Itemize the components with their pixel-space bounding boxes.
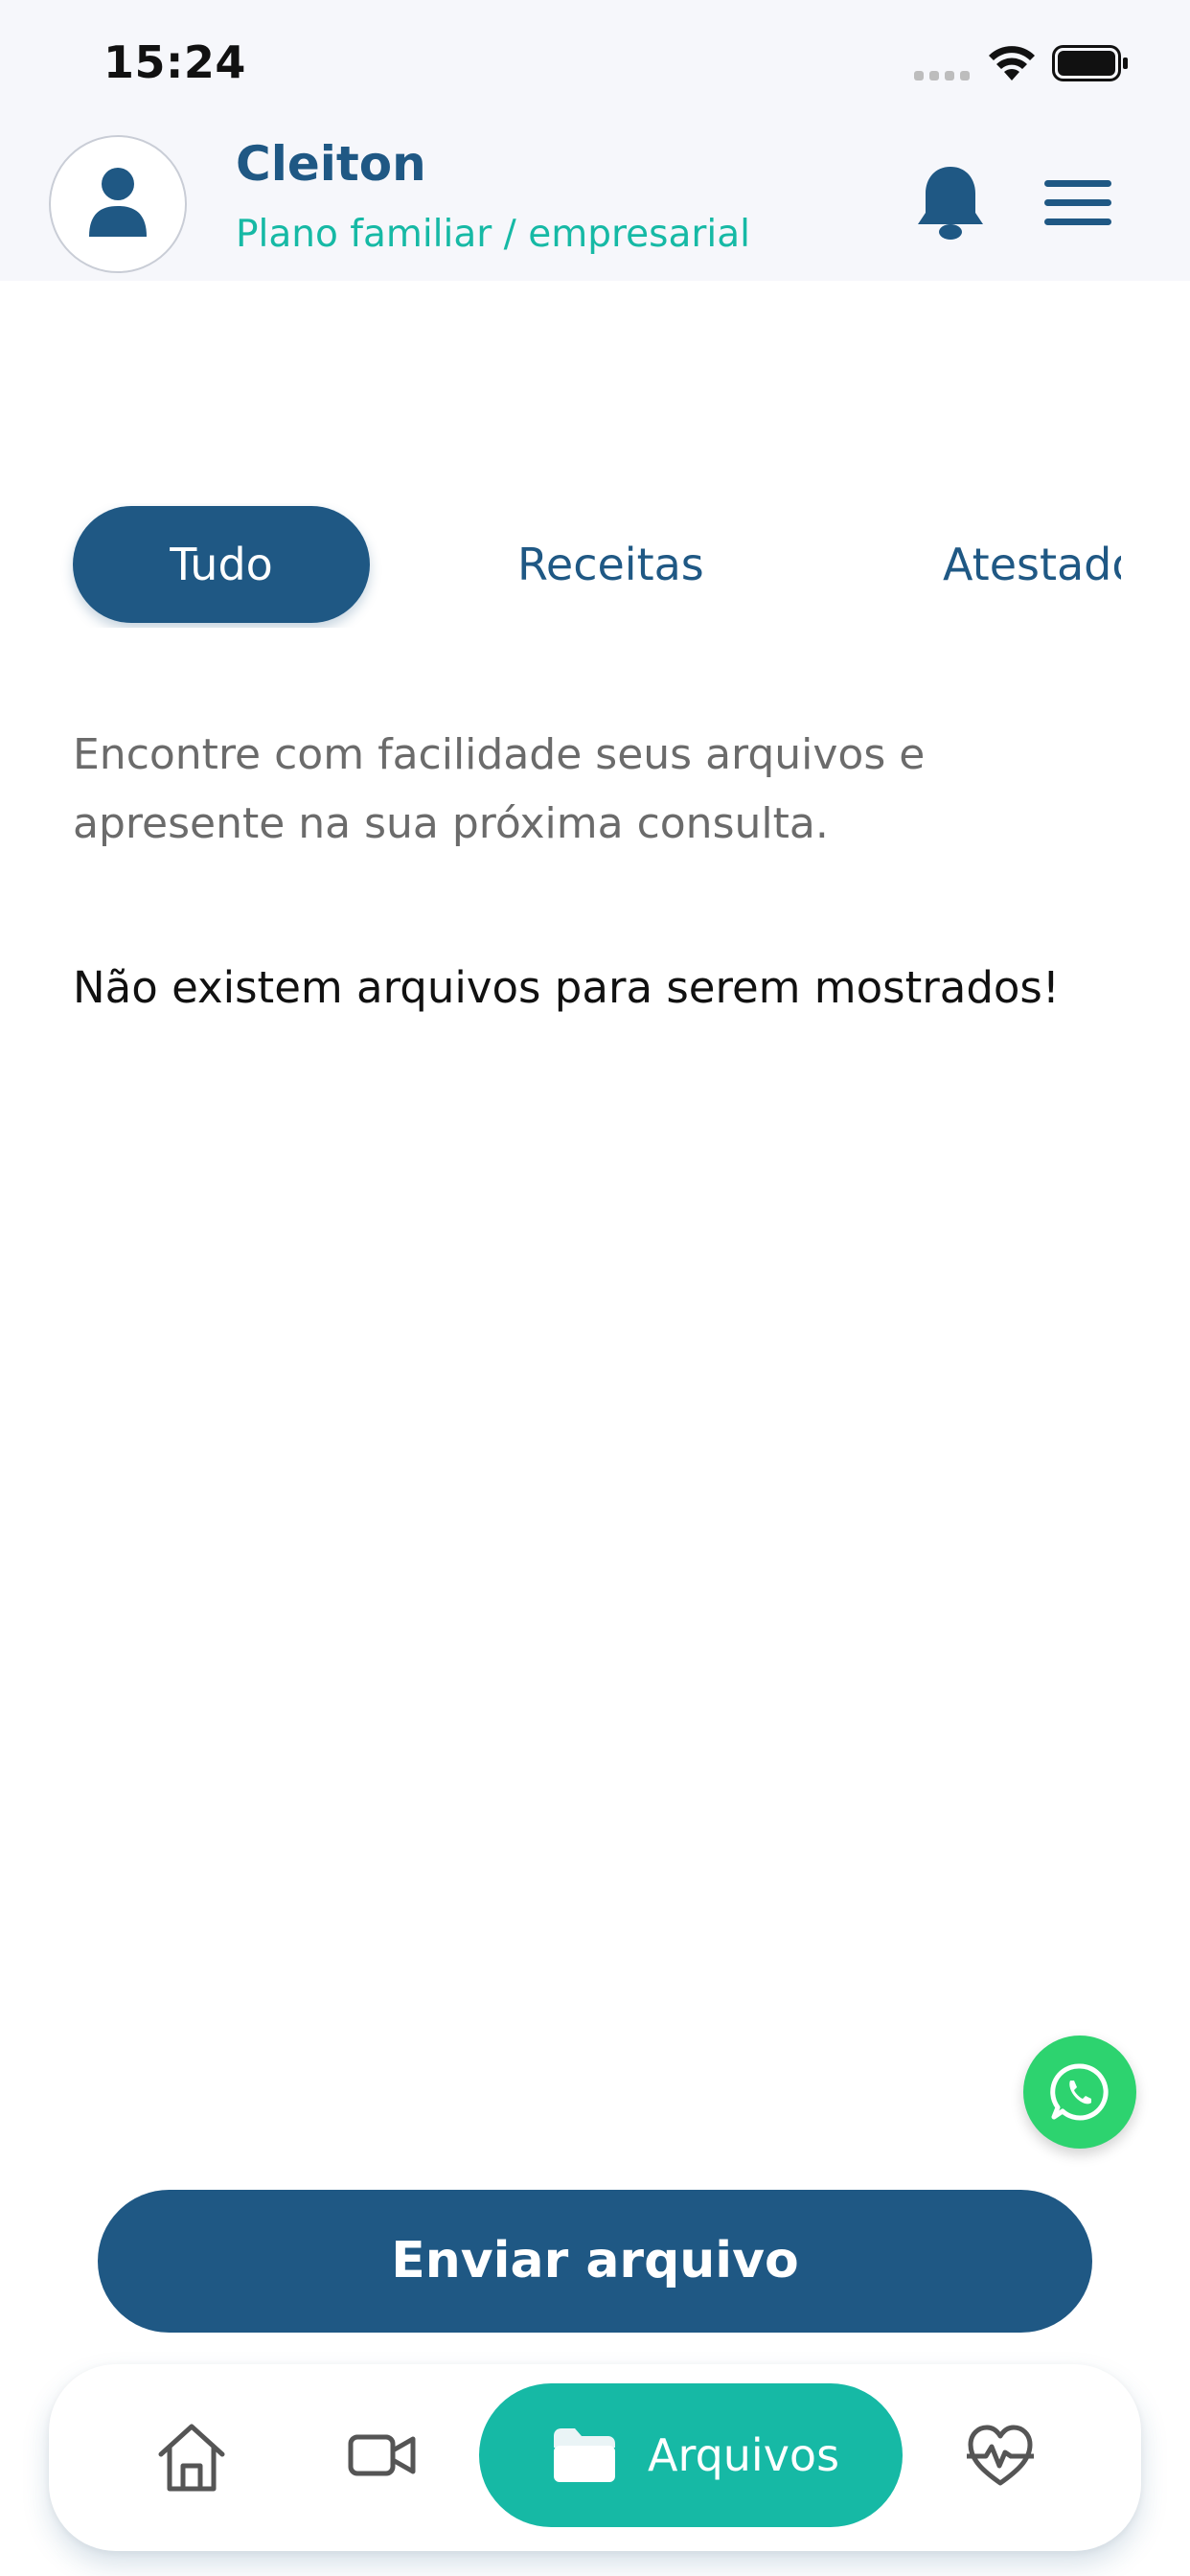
wifi-icon — [989, 46, 1035, 80]
menu-icon[interactable] — [1044, 178, 1111, 228]
user-plan: Plano familiar / empresarial — [236, 213, 750, 256]
status-time: 15:24 — [103, 36, 246, 88]
video-icon[interactable] — [348, 2431, 417, 2479]
header: 15:24 Cleiton Plano familiar / empresari… — [0, 0, 1190, 281]
tab-atestados[interactable]: Atestados — [943, 506, 1121, 623]
avatar[interactable] — [49, 135, 187, 273]
file-filter-tabs: Tudo Receitas Atestados — [0, 503, 1121, 628]
home-icon[interactable] — [156, 2422, 227, 2493]
user-icon — [89, 168, 147, 237]
tab-tudo[interactable]: Tudo — [73, 506, 370, 623]
folder-icon — [554, 2428, 615, 2482]
whatsapp-button[interactable] — [1023, 2036, 1136, 2149]
nav-item-arquivos[interactable]: Arquivos — [479, 2383, 903, 2527]
whatsapp-icon — [1050, 2063, 1109, 2121]
page-description: Encontre com facilidade seus arquivos e … — [73, 730, 926, 848]
battery-icon — [1052, 45, 1128, 81]
screen: 15:24 Cleiton Plano familiar / empresari… — [0, 0, 1190, 2576]
tab-receitas[interactable]: Receitas — [517, 506, 704, 623]
bell-icon[interactable] — [914, 163, 987, 243]
empty-state-message: Não existem arquivos para serem mostrado… — [73, 962, 1060, 1013]
heart-pulse-icon[interactable] — [967, 2424, 1034, 2487]
user-name: Cleiton — [236, 136, 426, 192]
nav-item-label: Arquivos — [648, 2429, 840, 2481]
cellular-signal-icon — [914, 71, 972, 80]
bottom-navigation: Arquivos — [49, 2364, 1141, 2551]
send-file-button[interactable]: Enviar arquivo — [98, 2190, 1092, 2333]
